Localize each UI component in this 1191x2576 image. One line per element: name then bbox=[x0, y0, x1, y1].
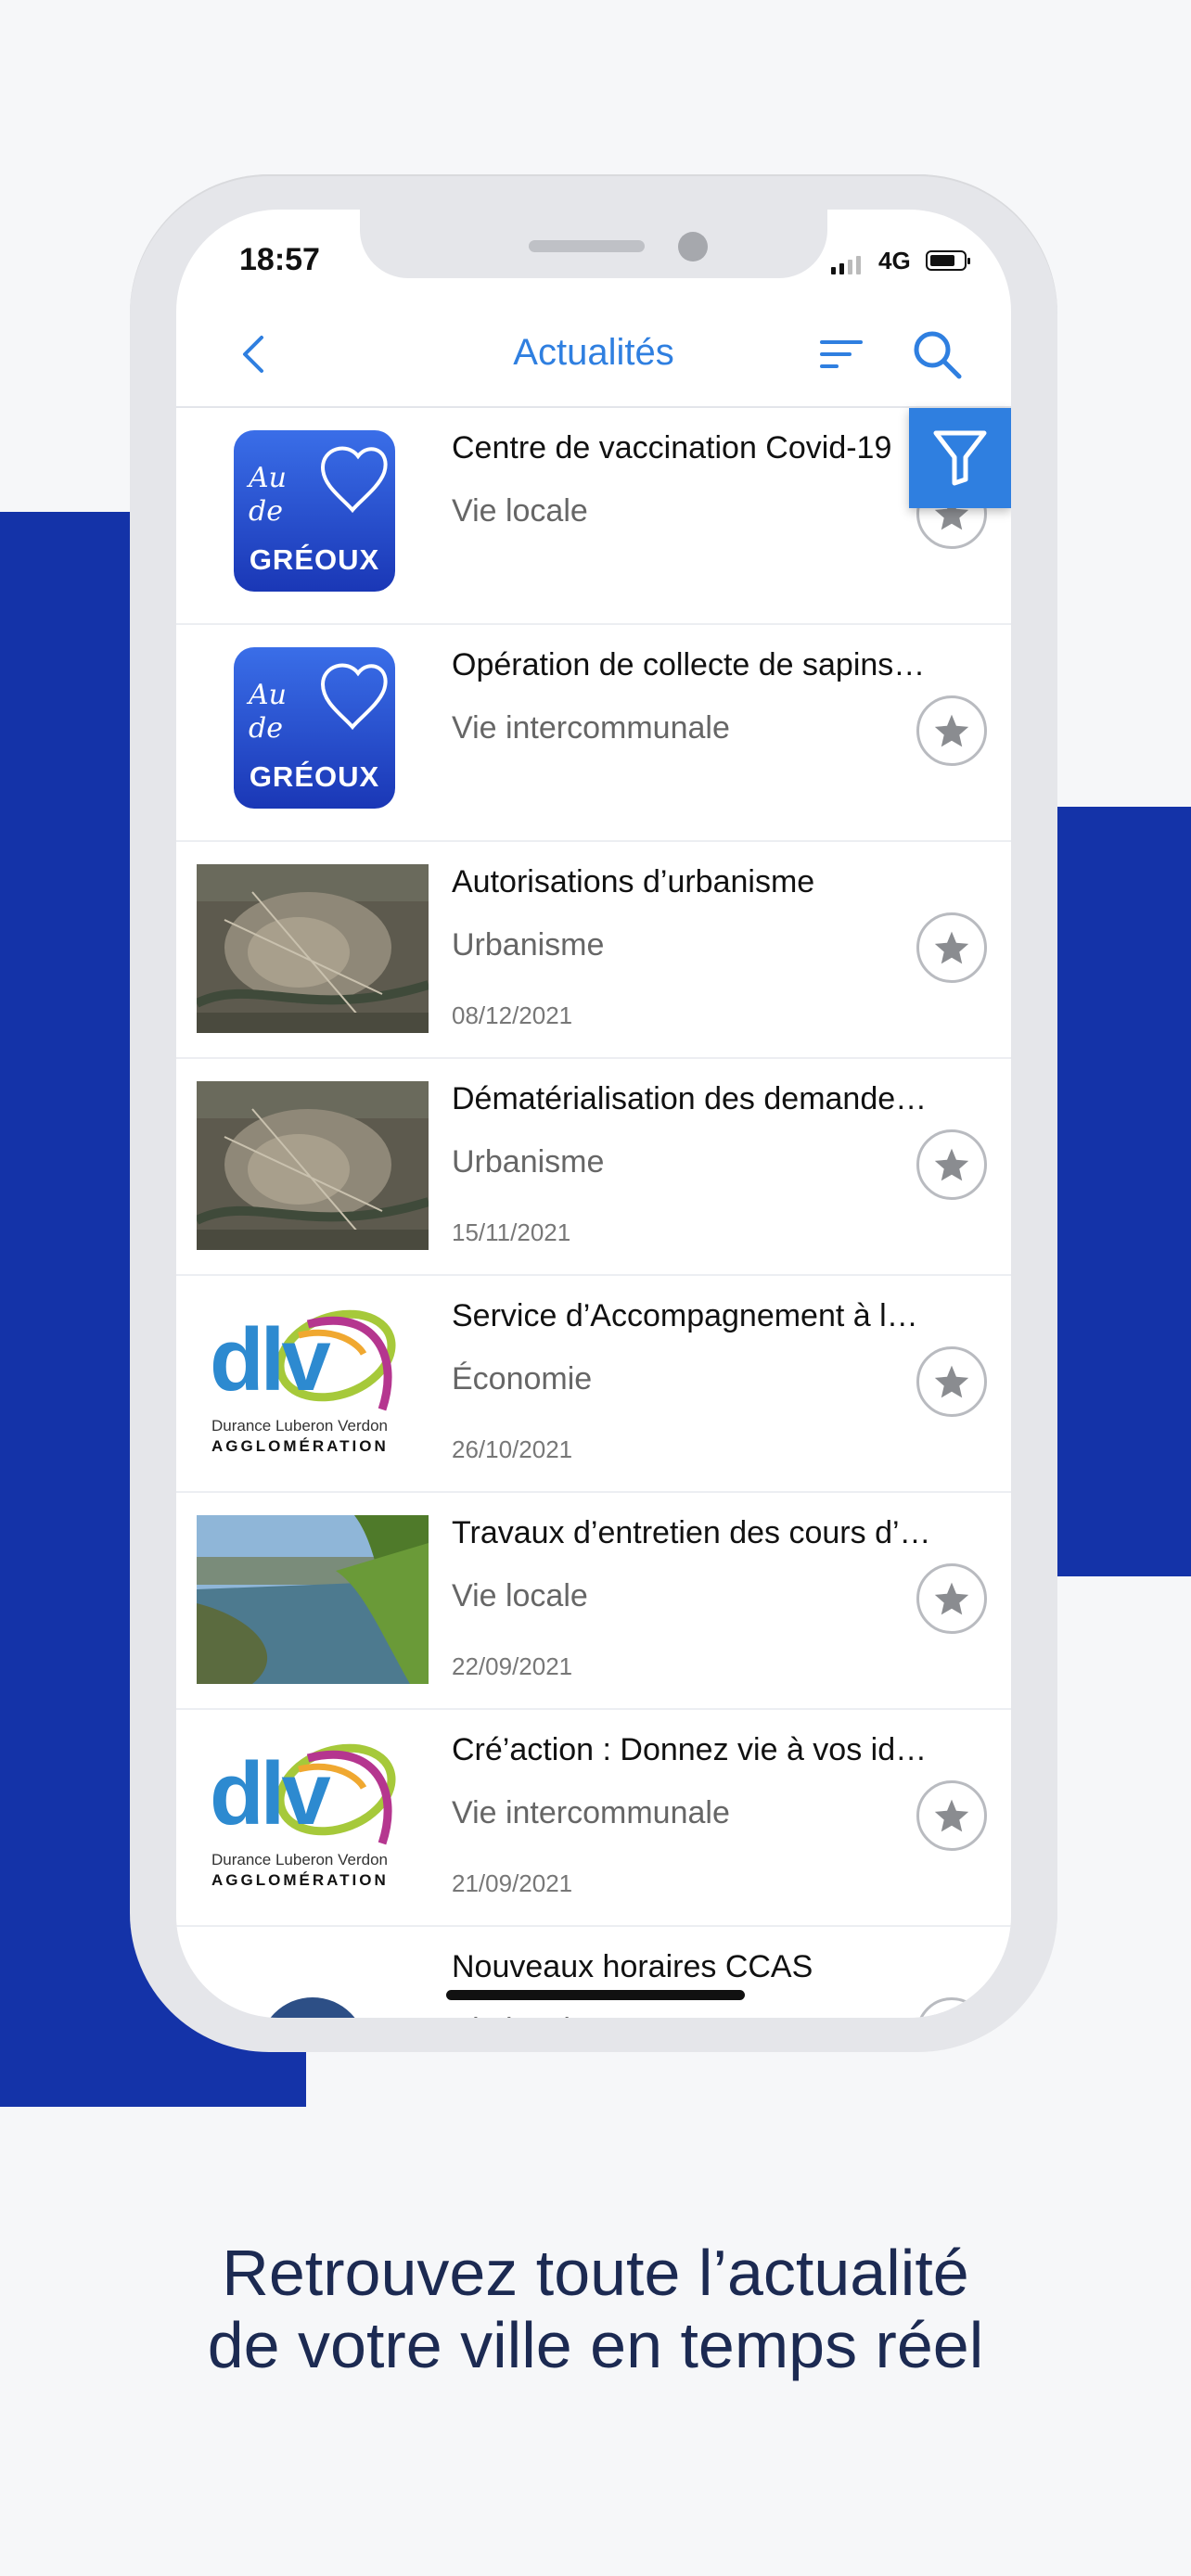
news-category: Économie bbox=[452, 1361, 593, 1396]
news-category: Vie locale bbox=[452, 1578, 588, 1613]
news-date: 15/11/2021 bbox=[452, 1218, 571, 1246]
news-category: Vie intercommunale bbox=[452, 1795, 730, 1830]
dlv-line-1: Durance Luberon Verdon bbox=[211, 1851, 388, 1868]
star-icon bbox=[934, 714, 969, 747]
news-thumbnail bbox=[197, 1949, 429, 2018]
news-thumbnail: Au de GRÉOUX bbox=[197, 647, 429, 816]
river-photo bbox=[197, 1515, 429, 1684]
news-title: Opération de collecte de sapins… bbox=[452, 647, 926, 682]
news-item[interactable]: Dématérialisation des demande… Urbanisme 1… bbox=[176, 1059, 1011, 1276]
tagline-line-1: Retrouvez toute l’actualité bbox=[222, 2237, 969, 2309]
news-title: Autorisations d’urbanisme bbox=[452, 864, 815, 899]
speaker bbox=[529, 240, 645, 252]
news-title: Nouveaux horaires CCAS bbox=[452, 1949, 813, 1984]
battery-icon bbox=[926, 250, 970, 271]
filter-icon bbox=[933, 430, 987, 486]
news-category: Urbanisme bbox=[452, 927, 605, 963]
news-thumbnail: dlv Durance Luberon Verdon AGGLOMÉRATION bbox=[197, 1298, 429, 1467]
home-indicator[interactable] bbox=[446, 1990, 745, 2000]
sort-icon[interactable] bbox=[820, 338, 863, 371]
filter-button[interactable] bbox=[909, 408, 1011, 508]
news-item[interactable]: Au de GRÉOUX Opération de collecte de sapi… bbox=[176, 625, 1011, 842]
star-icon bbox=[934, 1582, 969, 1615]
app-header: Actualités bbox=[176, 302, 1011, 408]
tagline-line-2: de votre ville en temps réel bbox=[207, 2309, 984, 2381]
news-item[interactable]: Travaux d’entretien des cours d’… Vie loc… bbox=[176, 1493, 1011, 1710]
ccas-icon bbox=[270, 1997, 355, 2018]
aerial-photo bbox=[197, 1081, 429, 1250]
greoux-script: Au de bbox=[249, 462, 287, 528]
front-camera bbox=[678, 232, 708, 261]
greoux-name: GRÉOUX bbox=[249, 543, 380, 576]
news-thumbnail bbox=[197, 1515, 429, 1684]
star-icon bbox=[934, 1365, 969, 1398]
news-title: Centre de vaccination Covid-19 bbox=[452, 430, 892, 465]
news-title: Cré’action : Donnez vie à vos idé… bbox=[452, 1732, 934, 1767]
greoux-logo: Au de GRÉOUX bbox=[234, 647, 395, 809]
dlv-mark: dlv bbox=[210, 1310, 331, 1409]
dlv-line-2: AGGLOMÉRATION bbox=[211, 1871, 389, 1889]
news-item[interactable]: Autorisations d’urbanisme Urbanisme 08/12/… bbox=[176, 842, 1011, 1059]
news-item[interactable]: dlv Durance Luberon Verdon AGGLOMÉRATION Se… bbox=[176, 1276, 1011, 1493]
favorite-button[interactable] bbox=[916, 1129, 987, 1200]
star-icon bbox=[934, 1799, 969, 1832]
favorite-button[interactable] bbox=[916, 1563, 987, 1634]
dlv-mark: dlv bbox=[210, 1744, 331, 1843]
favorite-button[interactable] bbox=[916, 1997, 987, 2018]
news-date: 21/09/2021 bbox=[452, 1869, 573, 1897]
signal-icon bbox=[831, 254, 861, 274]
news-thumbnail: Au de GRÉOUX bbox=[197, 430, 429, 599]
news-category: Urbanisme bbox=[452, 1144, 605, 1180]
news-item[interactable]: Au de GRÉOUX Centre de vaccination Covid-1… bbox=[176, 408, 1011, 625]
phone-screen: 18:57 4G Actualités Au de GRÉOUX Centre de… bbox=[176, 210, 1011, 2018]
news-date: 08/12/2021 bbox=[452, 1001, 573, 1029]
news-title: Travaux d’entretien des cours d’… bbox=[452, 1515, 931, 1550]
favorite-button[interactable] bbox=[916, 912, 987, 983]
aerial-photo bbox=[197, 864, 429, 1033]
news-title: Service d’Accompagnement à la… bbox=[452, 1298, 934, 1333]
dlv-logo: dlv Durance Luberon Verdon AGGLOMÉRATION bbox=[197, 1298, 429, 1467]
dlv-line-1: Durance Luberon Verdon bbox=[211, 1417, 388, 1435]
dlv-logo: dlv Durance Luberon Verdon AGGLOMÉRATION bbox=[197, 1732, 429, 1901]
dlv-line-2: AGGLOMÉRATION bbox=[211, 1437, 389, 1455]
star-icon bbox=[934, 1148, 969, 1181]
star-icon bbox=[934, 931, 969, 964]
search-icon[interactable] bbox=[911, 328, 963, 380]
news-category: Vie locale bbox=[452, 493, 588, 529]
news-category: Vie locale bbox=[452, 2012, 588, 2018]
network-type: 4G bbox=[878, 247, 911, 274]
greoux-logo: Au de GRÉOUX bbox=[234, 430, 395, 592]
news-title: Dématérialisation des demande… bbox=[452, 1081, 928, 1116]
news-item[interactable]: Nouveaux horaires CCAS Vie locale bbox=[176, 1927, 1011, 2018]
news-date: 26/10/2021 bbox=[452, 1435, 573, 1463]
news-item[interactable]: dlv Durance Luberon Verdon AGGLOMÉRATION Cr… bbox=[176, 1710, 1011, 1927]
favorite-button[interactable] bbox=[916, 1346, 987, 1417]
news-date: 22/09/2021 bbox=[452, 1652, 573, 1680]
page-title: Actualités bbox=[513, 332, 674, 373]
favorite-button[interactable] bbox=[916, 1780, 987, 1851]
news-list: Au de GRÉOUX Centre de vaccination Covid-1… bbox=[176, 408, 1011, 2018]
star-icon bbox=[951, 2016, 953, 2018]
greoux-name: GRÉOUX bbox=[249, 760, 380, 793]
news-thumbnail bbox=[197, 1081, 429, 1250]
news-thumbnail: dlv Durance Luberon Verdon AGGLOMÉRATION bbox=[197, 1732, 429, 1901]
greoux-script: Au de bbox=[249, 679, 287, 745]
news-category: Vie intercommunale bbox=[452, 710, 730, 746]
favorite-button[interactable] bbox=[916, 695, 987, 766]
status-time: 18:57 bbox=[239, 242, 320, 277]
news-thumbnail bbox=[197, 864, 429, 1033]
